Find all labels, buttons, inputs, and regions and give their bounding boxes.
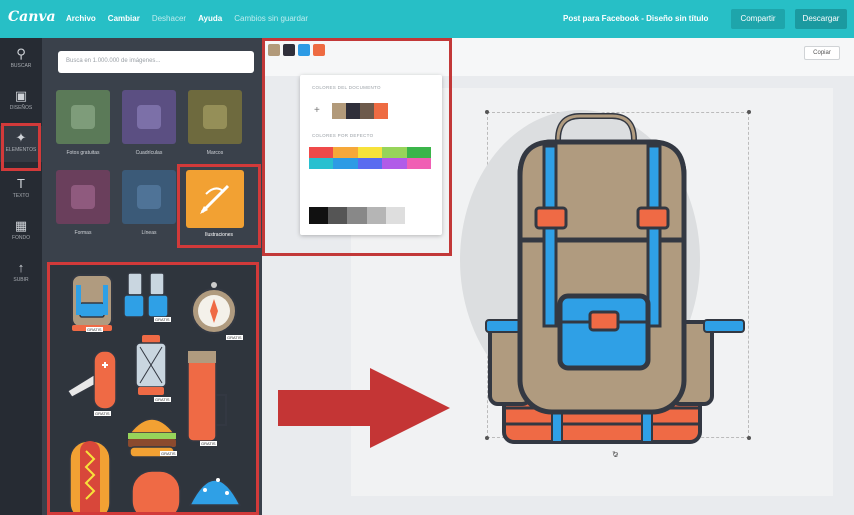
top-bar: Canva Archivo Cambiar Deshacer Ayuda Cam…: [0, 0, 854, 38]
default-colors-label: COLORES POR DEFECTO: [312, 133, 374, 138]
canva-logo[interactable]: Canva: [8, 9, 56, 25]
backpack-illustration[interactable]: [71, 274, 113, 331]
menu-resize[interactable]: Cambiar: [108, 14, 140, 23]
category-label: Formas: [74, 230, 92, 236]
free-badge: GRATIS: [160, 451, 177, 456]
compass-illustration[interactable]: [191, 282, 237, 334]
free-badge: GRATIS: [154, 317, 171, 322]
food-container-illustration[interactable]: [131, 470, 181, 512]
color-swatch-orange[interactable]: [313, 44, 325, 56]
cupcake-illustration[interactable]: [188, 478, 242, 506]
illustrations-artwork: [67, 272, 242, 512]
palette-color[interactable]: [382, 147, 407, 158]
pencil-icon: [200, 184, 230, 214]
lantern-illustration[interactable]: [135, 335, 167, 395]
rail-label: FONDO: [11, 235, 31, 241]
palette-color[interactable]: [333, 147, 358, 158]
rail-label: SUBIR: [13, 277, 29, 283]
rail-item-background[interactable]: ▦ FONDO: [0, 214, 42, 250]
palette-color[interactable]: [406, 147, 431, 158]
backpack-artwork[interactable]: [440, 90, 760, 450]
menu-file[interactable]: Archivo: [66, 14, 96, 23]
menu-undo[interactable]: Deshacer: [152, 14, 186, 23]
document-colors-label: COLORES DEL DOCUMENTO: [312, 85, 381, 90]
triangle-icon: [71, 185, 95, 209]
save-status: Cambios sin guardar: [234, 14, 309, 23]
rail-item-search[interactable]: ⚲ BUSCAR: [0, 42, 42, 78]
category-label: Fotos gratuitas: [66, 150, 100, 156]
rail-label: DISEÑOS: [9, 105, 33, 111]
top-menu: Archivo Cambiar Deshacer Ayuda Cambios s…: [66, 14, 308, 23]
palette-color[interactable]: [357, 147, 383, 158]
grid-icon: [137, 105, 161, 129]
palette-color[interactable]: [328, 207, 348, 224]
category-free-photos[interactable]: [56, 90, 110, 144]
palette-color[interactable]: [309, 207, 329, 224]
lines-icon: [137, 185, 161, 209]
free-badge: GRATIS: [154, 397, 171, 402]
gray-palette: [309, 207, 405, 224]
color-swatch-blue[interactable]: [298, 44, 310, 56]
search-icon: ⚲: [16, 46, 26, 61]
free-badge: GRATIS: [86, 327, 103, 332]
layouts-icon: ▣: [14, 88, 28, 103]
page-number: 2: [614, 452, 618, 459]
current-colors: [268, 44, 325, 56]
frame-icon: [203, 105, 227, 129]
palette-color[interactable]: [385, 207, 405, 224]
document-color[interactable]: [346, 103, 360, 119]
thermos-illustration[interactable]: [187, 350, 227, 442]
elements-highlight: [1, 123, 41, 171]
palette-color[interactable]: [382, 158, 407, 169]
palette-color[interactable]: [366, 207, 386, 224]
menu-help[interactable]: Ayuda: [198, 14, 222, 23]
red-arrow-icon: [278, 368, 450, 448]
document-color[interactable]: [374, 103, 388, 119]
category-label: Ilustraciones: [204, 232, 234, 238]
palette-color[interactable]: [309, 147, 334, 158]
knife-illustration[interactable]: [67, 350, 117, 410]
illustrations-grid: GRATIS GRATIS GRATIS GRATIS GRATIS GRATI…: [47, 262, 259, 515]
text-icon: T: [17, 176, 25, 191]
search-input[interactable]: Busca en 1.000.000 de imágenes...: [58, 51, 254, 73]
category-label: Cuadrículas: [135, 150, 163, 156]
document-color[interactable]: [332, 103, 346, 119]
palette-color[interactable]: [347, 207, 367, 224]
category-label: Líneas: [141, 230, 157, 236]
free-badge: GRATIS: [226, 335, 243, 340]
category-label: Marcos: [206, 150, 224, 156]
hotdog-illustration[interactable]: [69, 440, 111, 512]
palette-color[interactable]: [406, 158, 431, 169]
document-color[interactable]: [360, 103, 374, 119]
copy-button[interactable]: Copiar: [804, 46, 840, 60]
rail-item-layouts[interactable]: ▣ DISEÑOS: [0, 84, 42, 120]
category-grids[interactable]: [122, 90, 176, 144]
binoculars-illustration[interactable]: [123, 272, 169, 318]
left-rail: ⚲ BUSCAR ▣ DISEÑOS ✦ ELEMENTOS T TEXTO ▦…: [0, 38, 42, 515]
category-illustrations[interactable]: [186, 170, 244, 228]
palette-color[interactable]: [333, 158, 358, 169]
add-color-icon[interactable]: +: [314, 105, 320, 116]
category-frames[interactable]: [188, 90, 242, 144]
rail-label: TEXTO: [12, 193, 30, 199]
rail-item-text[interactable]: T TEXTO: [0, 172, 42, 208]
free-badge: GRATIS: [200, 441, 217, 446]
share-button[interactable]: Compartir: [731, 9, 785, 29]
color-swatch-tan[interactable]: [268, 44, 280, 56]
free-badge: GRATIS: [94, 411, 111, 416]
default-palette: [309, 147, 431, 169]
color-picker-popover: COLORES DEL DOCUMENTO + COLORES POR DEFE…: [300, 75, 442, 235]
document-title[interactable]: Post para Facebook - Diseño sin título: [563, 14, 708, 23]
rail-label: BUSCAR: [10, 63, 32, 69]
category-shapes[interactable]: [56, 170, 110, 224]
palette-color[interactable]: [309, 158, 334, 169]
camera-icon: [71, 105, 95, 129]
palette-color[interactable]: [357, 158, 383, 169]
rail-item-upload[interactable]: ↑ SUBIR: [0, 256, 42, 292]
category-lines[interactable]: [122, 170, 176, 224]
download-button[interactable]: Descargar: [795, 9, 847, 29]
color-swatch-dark[interactable]: [283, 44, 295, 56]
upload-icon: ↑: [17, 260, 25, 275]
background-icon: ▦: [14, 218, 28, 233]
